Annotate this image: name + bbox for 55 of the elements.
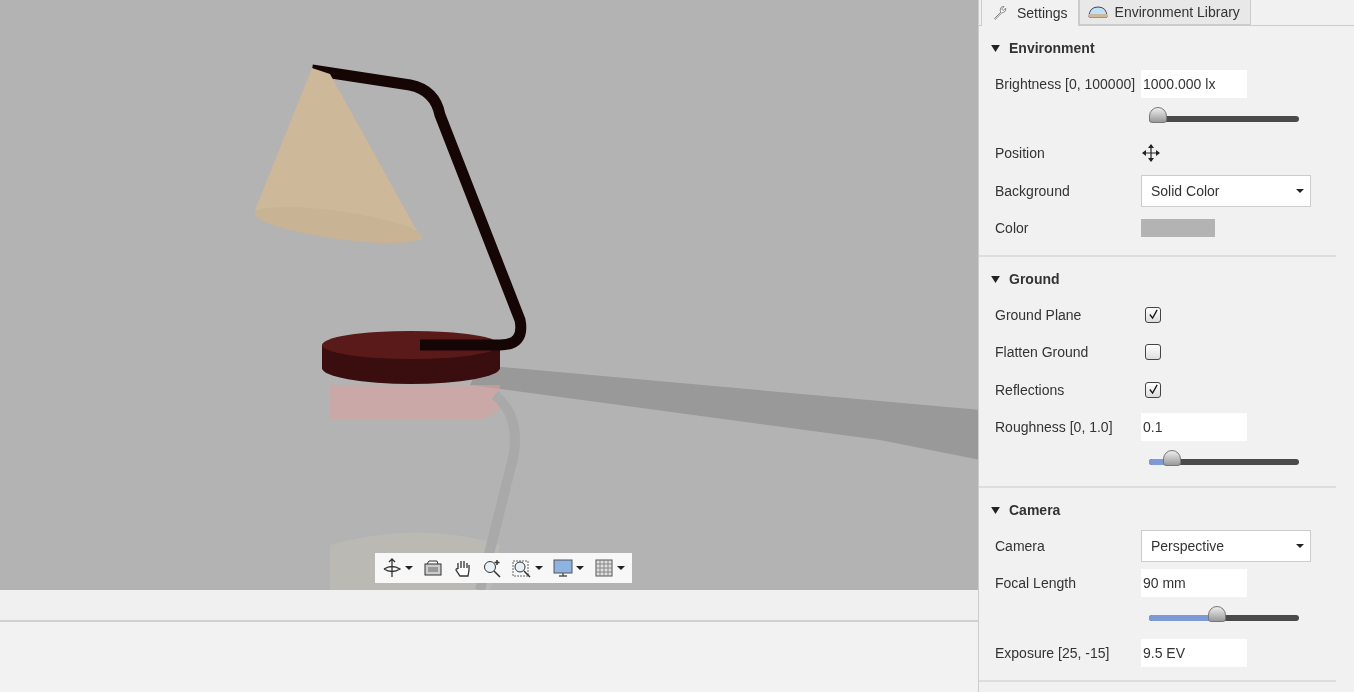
move-arrows-icon[interactable] xyxy=(1141,143,1161,164)
hand-tool-button[interactable] xyxy=(452,558,473,578)
input-field[interactable]: 9.5 EV xyxy=(1141,638,1247,667)
grid-tool-button[interactable] xyxy=(594,558,625,578)
slider-thumb[interactable] xyxy=(1207,606,1226,622)
section-title: Ground xyxy=(1009,271,1060,287)
section-title: Camera xyxy=(1009,502,1061,518)
orbit-icon xyxy=(381,558,402,578)
field-label: Ground Plane xyxy=(995,306,1083,323)
input-field[interactable]: 1000.000 lx xyxy=(1141,69,1247,98)
section-title: Environment xyxy=(1009,40,1095,56)
zoom-window-tool-button[interactable] xyxy=(512,558,544,578)
slider-thumb[interactable] xyxy=(1149,106,1167,123)
checkbox[interactable] xyxy=(1145,306,1161,323)
field-label: Color xyxy=(995,220,1030,237)
caret-icon xyxy=(1296,187,1304,194)
zoom-tool-button[interactable] xyxy=(482,558,503,578)
collapse-triangle-icon[interactable] xyxy=(991,506,1000,514)
field-label: Camera xyxy=(995,537,1046,554)
display-tool-button[interactable] xyxy=(553,558,585,578)
orbit-tool-button[interactable] xyxy=(381,558,413,578)
panel-tab[interactable]: Settings xyxy=(981,0,1079,26)
grid-icon xyxy=(594,558,614,578)
caret-icon xyxy=(1296,542,1304,549)
collapse-triangle-icon[interactable] xyxy=(991,44,1000,52)
color-swatch[interactable] xyxy=(1141,219,1215,238)
caret-icon xyxy=(576,565,585,571)
hand-icon xyxy=(452,558,473,578)
field-label: Brightness [0, 100000] xyxy=(995,75,1137,92)
panel-tab[interactable]: Environment Library xyxy=(1078,0,1251,25)
camera-icon xyxy=(422,558,443,578)
field-label: Position xyxy=(995,145,1046,162)
field-label: Reflections xyxy=(995,381,1066,398)
slider-thumb[interactable] xyxy=(1163,450,1181,466)
zoom-in-icon xyxy=(482,558,503,578)
collapse-triangle-icon[interactable] xyxy=(991,275,1000,283)
zoom-window-icon xyxy=(512,558,533,578)
dome-icon xyxy=(1087,4,1108,20)
field-label: Background xyxy=(995,182,1071,199)
caret-icon xyxy=(404,565,413,571)
dropdown[interactable]: Solid Color xyxy=(1141,174,1311,207)
monitor-icon xyxy=(553,558,574,578)
field-label: Flatten Ground xyxy=(995,344,1090,361)
field-label: Roughness [0, 1.0] xyxy=(995,419,1114,436)
render-viewport[interactable] xyxy=(0,0,978,590)
input-field[interactable]: 0.1 xyxy=(1141,413,1247,442)
field-label: Focal Length xyxy=(995,575,1077,592)
caret-icon xyxy=(617,565,625,571)
field-label: Exposure [25, -15] xyxy=(995,644,1111,661)
checkbox[interactable] xyxy=(1145,344,1161,361)
checkbox[interactable] xyxy=(1145,381,1161,398)
caret-icon xyxy=(535,565,544,571)
dropdown[interactable]: Perspective xyxy=(1141,529,1311,562)
camera-tool-button[interactable] xyxy=(422,558,443,578)
input-field[interactable]: 90 mm xyxy=(1141,569,1247,598)
